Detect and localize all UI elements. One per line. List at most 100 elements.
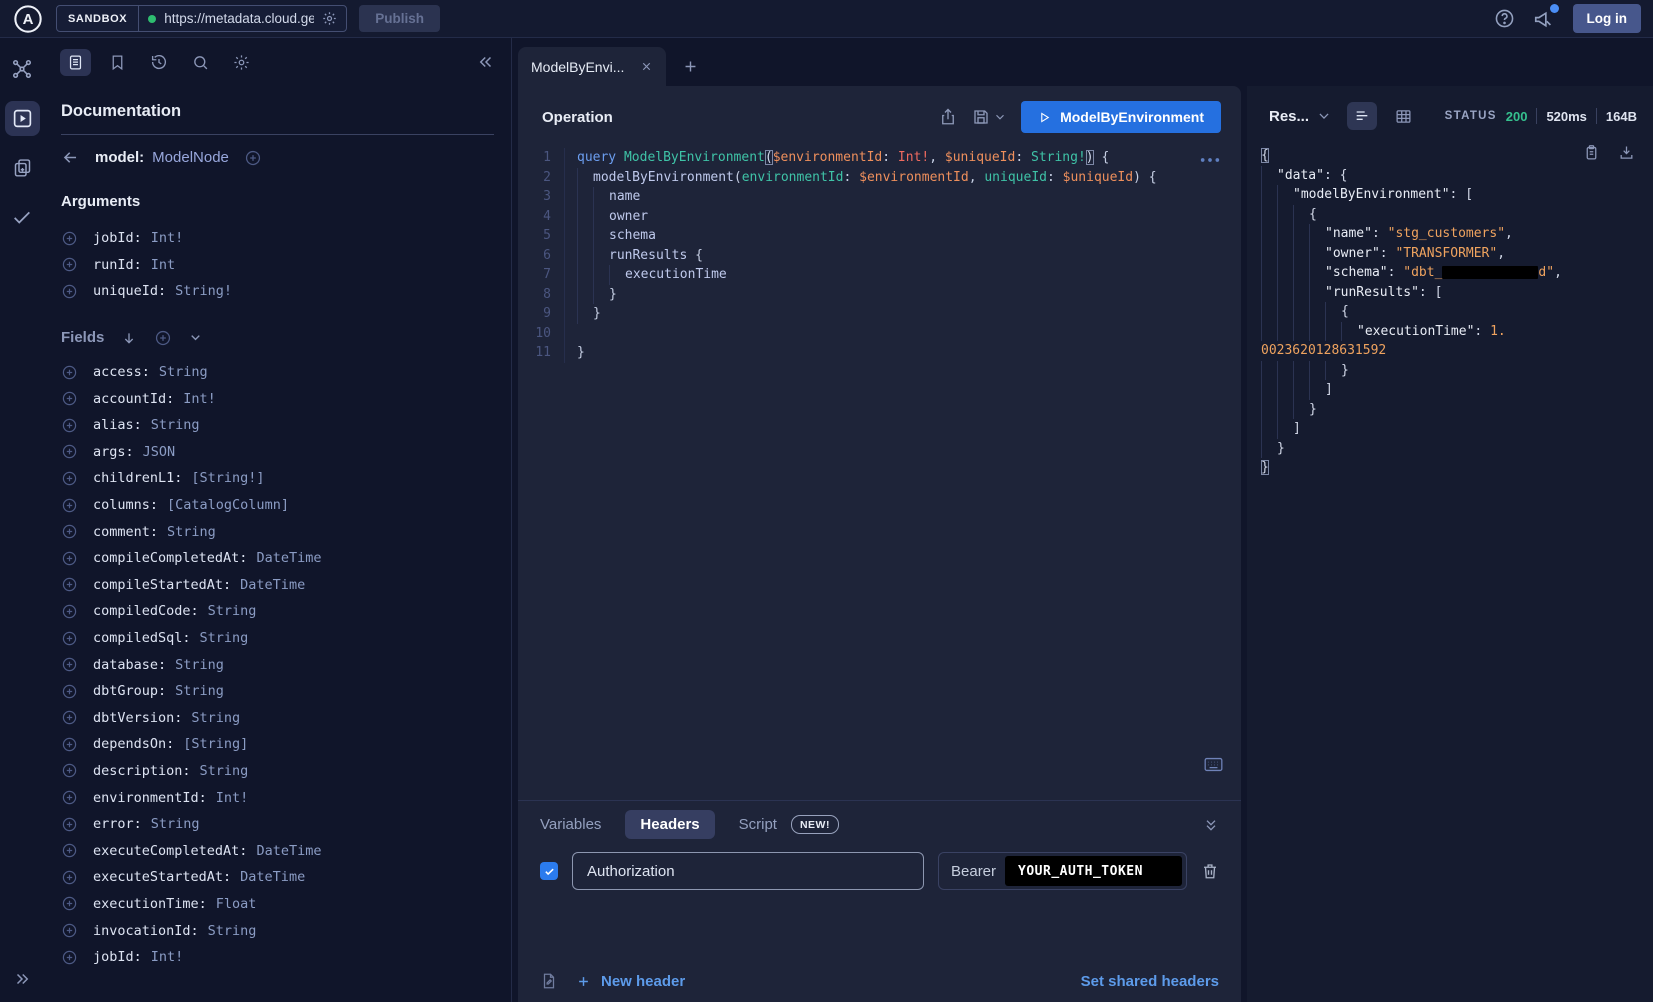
field-row[interactable]: accountId: Int!: [61, 385, 494, 412]
editor-more-menu-icon[interactable]: [1199, 156, 1221, 164]
new-tab-icon[interactable]: [682, 58, 699, 75]
explorer-settings-gear-icon[interactable]: [233, 54, 250, 71]
fields-options-chevron-icon[interactable]: [189, 331, 202, 344]
checks-icon[interactable]: [11, 206, 33, 228]
add-field-icon[interactable]: [61, 683, 78, 700]
field-type[interactable]: DateTime: [240, 869, 305, 885]
add-field-icon[interactable]: [61, 550, 78, 567]
endpoint-settings-gear-icon[interactable]: [322, 11, 337, 26]
field-type[interactable]: String: [200, 763, 249, 779]
login-button[interactable]: Log in: [1573, 4, 1642, 33]
field-type[interactable]: [String]: [183, 736, 248, 752]
back-arrow-icon[interactable]: [61, 148, 80, 167]
argument-type[interactable]: String!: [175, 283, 232, 299]
add-field-icon[interactable]: [61, 895, 78, 912]
header-key-input[interactable]: [572, 852, 924, 890]
field-type[interactable]: [CatalogColumn]: [167, 497, 289, 513]
changelog-icon[interactable]: [12, 157, 33, 178]
field-row[interactable]: dbtVersion: String: [61, 705, 494, 732]
save-operation-icon[interactable]: [972, 108, 990, 126]
field-row[interactable]: compileCompletedAt: DateTime: [61, 545, 494, 572]
graphql-editor[interactable]: 1query ModelByEnvironment($environmentId…: [518, 143, 1241, 800]
field-row[interactable]: environmentId: Int!: [61, 784, 494, 811]
field-type[interactable]: JSON: [143, 444, 176, 460]
argument-row[interactable]: runId: Int: [61, 252, 494, 279]
add-field-icon[interactable]: [61, 443, 78, 460]
close-tab-icon[interactable]: [640, 60, 653, 73]
search-icon[interactable]: [192, 54, 209, 71]
add-all-fields-icon[interactable]: [154, 329, 172, 347]
add-field-icon[interactable]: [61, 656, 78, 673]
field-row[interactable]: invocationId: String: [61, 917, 494, 944]
field-type[interactable]: String: [208, 603, 257, 619]
help-icon[interactable]: [1494, 8, 1515, 29]
add-field-icon[interactable]: [61, 470, 78, 487]
argument-row[interactable]: jobId: Int!: [61, 225, 494, 252]
add-field-icon[interactable]: [61, 417, 78, 434]
copy-response-icon[interactable]: [1583, 144, 1600, 161]
field-row[interactable]: alias: String: [61, 412, 494, 439]
field-row[interactable]: dbtGroup: String: [61, 678, 494, 705]
add-field-icon[interactable]: [61, 736, 78, 753]
field-row[interactable]: jobId: Int!: [61, 944, 494, 971]
field-type[interactable]: String: [175, 657, 224, 673]
add-field-icon[interactable]: [61, 603, 78, 620]
field-type[interactable]: Int!: [216, 790, 249, 806]
field-row[interactable]: executeStartedAt: DateTime: [61, 864, 494, 891]
add-field-icon[interactable]: [61, 364, 78, 381]
add-field-icon[interactable]: [61, 922, 78, 939]
field-row[interactable]: description: String: [61, 758, 494, 785]
field-row[interactable]: compiledSql: String: [61, 625, 494, 652]
operation-tab[interactable]: ModelByEnvi...: [518, 47, 666, 86]
field-row[interactable]: childrenL1: [String!]: [61, 465, 494, 492]
set-shared-headers-link[interactable]: Set shared headers: [1081, 973, 1219, 990]
add-field-icon[interactable]: [61, 816, 78, 833]
field-type[interactable]: String: [151, 417, 200, 433]
documentation-tab-icon[interactable]: [60, 49, 91, 76]
field-type[interactable]: [String!]: [191, 470, 264, 486]
auth-token-value[interactable]: YOUR_AUTH_TOKEN: [1005, 856, 1182, 886]
argument-type[interactable]: Int!: [151, 230, 184, 246]
collapse-docs-icon[interactable]: [477, 53, 495, 71]
field-type[interactable]: DateTime: [256, 550, 321, 566]
edit-headers-file-icon[interactable]: [540, 972, 558, 990]
field-row[interactable]: executeCompletedAt: DateTime: [61, 837, 494, 864]
field-row[interactable]: dependsOn: [String]: [61, 731, 494, 758]
field-type[interactable]: String: [175, 683, 224, 699]
response-title[interactable]: Res...: [1269, 108, 1309, 125]
share-operation-icon[interactable]: [939, 108, 957, 126]
field-row[interactable]: access: String: [61, 359, 494, 386]
run-operation-button[interactable]: ModelByEnvironment: [1021, 101, 1221, 133]
endpoint-url[interactable]: https://metadata.cloud.get: [164, 11, 314, 26]
tab-script[interactable]: Script: [739, 816, 777, 833]
formatted-view-icon[interactable]: [1347, 102, 1377, 130]
header-value-input[interactable]: Bearer YOUR_AUTH_TOKEN: [938, 852, 1187, 890]
response-dropdown-chevron-icon[interactable]: [1317, 109, 1331, 123]
field-type[interactable]: String: [200, 630, 249, 646]
announcements-megaphone-icon[interactable]: [1533, 8, 1555, 30]
field-row[interactable]: comment: String: [61, 518, 494, 545]
explorer-icon[interactable]: [5, 101, 40, 136]
add-argument-icon[interactable]: [61, 256, 78, 273]
publish-button[interactable]: Publish: [359, 5, 440, 32]
field-row[interactable]: error: String: [61, 811, 494, 838]
collapse-panel-chevrons-icon[interactable]: [1203, 817, 1219, 833]
tab-headers[interactable]: Headers: [625, 810, 714, 839]
add-field-icon[interactable]: [244, 149, 262, 167]
field-row[interactable]: args: JSON: [61, 439, 494, 466]
argument-type[interactable]: Int: [151, 257, 175, 273]
field-type[interactable]: String: [208, 923, 257, 939]
download-response-icon[interactable]: [1618, 144, 1635, 161]
field-type[interactable]: String: [167, 524, 216, 540]
tab-variables[interactable]: Variables: [540, 816, 601, 833]
field-row[interactable]: database: String: [61, 651, 494, 678]
keyboard-shortcuts-icon[interactable]: [1204, 757, 1223, 772]
bookmarks-icon[interactable]: [109, 54, 126, 71]
field-row[interactable]: columns: [CatalogColumn]: [61, 492, 494, 519]
add-argument-icon[interactable]: [61, 230, 78, 247]
add-field-icon[interactable]: [61, 576, 78, 593]
save-options-chevron-icon[interactable]: [994, 111, 1006, 123]
field-type[interactable]: DateTime: [240, 577, 305, 593]
add-field-icon[interactable]: [61, 709, 78, 726]
endpoint-bar[interactable]: SANDBOX https://metadata.cloud.get: [56, 5, 347, 32]
